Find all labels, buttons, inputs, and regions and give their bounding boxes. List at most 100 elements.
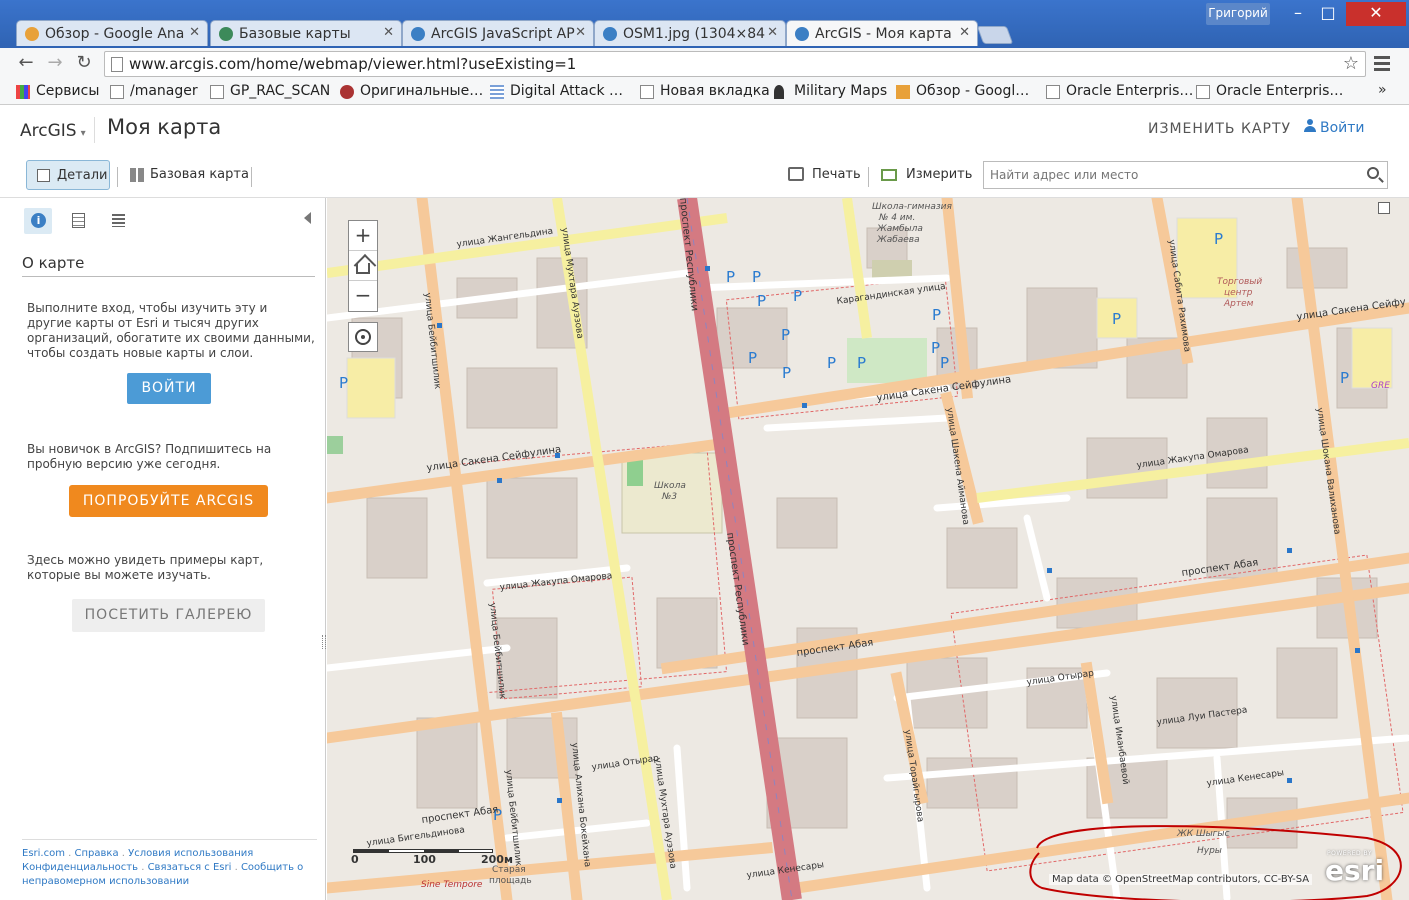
gallery-description: Здесь можно увидеть примеры карт, которы… xyxy=(27,553,264,582)
page-icon xyxy=(110,85,124,99)
sign-in-button[interactable]: ВОЙТИ xyxy=(127,373,211,404)
tab-basemaps[interactable]: Базовые карты ✕ xyxy=(210,20,402,46)
forward-button[interactable]: → xyxy=(43,52,67,76)
chevron-down-icon: ▾ xyxy=(80,128,86,139)
arcgis-menu[interactable]: ArcGIS ▾ xyxy=(20,121,86,141)
locate-button[interactable] xyxy=(348,322,378,352)
close-icon[interactable]: ✕ xyxy=(189,25,200,40)
tab-arcgis-my-map[interactable]: ArcGIS - Моя карта ✕ xyxy=(786,20,978,46)
profile-badge[interactable]: Григорий xyxy=(1206,3,1270,25)
expand-icon[interactable] xyxy=(1378,202,1390,214)
tab-osm-image[interactable]: OSM1.jpg (1304×84 ✕ xyxy=(594,20,786,46)
footer-link[interactable]: Условия использования xyxy=(128,848,253,859)
back-button[interactable]: ← xyxy=(14,52,38,76)
bookmark-item[interactable]: Оригинальные… xyxy=(340,83,483,99)
new-tab-button[interactable] xyxy=(976,26,1014,44)
bookmark-item[interactable]: Новая вкладка xyxy=(640,83,770,99)
parking-lot xyxy=(346,357,396,419)
ruler-icon xyxy=(881,169,897,181)
footer-link[interactable]: Конфиденциальность xyxy=(22,862,138,873)
section-title: О карте xyxy=(22,254,85,272)
search-input[interactable] xyxy=(990,166,1350,184)
address-search[interactable] xyxy=(983,161,1388,189)
details-button[interactable]: Детали xyxy=(26,160,110,190)
close-icon[interactable]: ✕ xyxy=(959,25,970,40)
svg-text:GRE: GRE xyxy=(1371,381,1390,391)
scale-label: 200м xyxy=(481,853,513,866)
print-button[interactable]: Печать xyxy=(788,167,861,182)
bookmark-item[interactable]: Обзор - Googl… xyxy=(896,83,1029,99)
home-icon xyxy=(356,263,370,274)
tab-title: ArcGIS - Моя карта xyxy=(815,26,952,42)
address-bar[interactable]: ☆ xyxy=(104,51,1366,77)
url-input[interactable] xyxy=(129,54,1319,74)
search-icon[interactable] xyxy=(1367,167,1379,179)
close-icon[interactable]: ✕ xyxy=(767,25,778,40)
analytics-icon xyxy=(896,85,910,99)
tab-about[interactable]: i xyxy=(24,208,52,234)
svg-text:P: P xyxy=(1112,310,1121,328)
printer-icon xyxy=(788,167,804,181)
close-icon[interactable]: ✕ xyxy=(383,25,394,40)
basemap-canvas: P PP PP PP PP PP PP PP PP улица Жангельд… xyxy=(327,198,1409,900)
bookmark-item[interactable]: Oracle Enterpris… xyxy=(1046,83,1193,99)
reload-button[interactable]: ↻ xyxy=(72,52,96,76)
zoom-out-button[interactable]: − xyxy=(349,281,377,311)
bookmark-star-icon[interactable]: ☆ xyxy=(1343,53,1359,74)
map-attribution: Map data © OpenStreetMap contributors, C… xyxy=(1049,874,1313,885)
svg-text:P: P xyxy=(857,354,866,372)
arcgis-app: ArcGIS ▾ Моя карта ИЗМЕНИТЬ КАРТУ Войти Д… xyxy=(0,105,1409,900)
browser-menu-icon[interactable] xyxy=(1374,56,1390,72)
map-toolbar: Детали Базовая карта Печать Измерить xyxy=(0,153,1409,198)
apps-icon xyxy=(16,85,30,99)
home-button[interactable] xyxy=(349,251,377,281)
svg-text:P: P xyxy=(782,364,791,382)
tab-arcgis-js-api[interactable]: ArcGIS JavaScript AP ✕ xyxy=(402,20,594,46)
bookmark-item[interactable]: /manager xyxy=(110,83,198,99)
svg-text:P: P xyxy=(793,287,802,305)
svg-text:P: P xyxy=(726,268,735,286)
sign-in-description: Выполните вход, чтобы изучить эту и друг… xyxy=(27,301,315,360)
tab-title: OSM1.jpg (1304×84 xyxy=(623,26,766,42)
sign-in-link[interactable]: Войти xyxy=(1304,119,1365,136)
tab-title: Обзор - Google Ana xyxy=(45,26,185,42)
browser-chrome: Обзор - Google Ana ✕ Базовые карты ✕ Arc… xyxy=(0,0,1409,105)
globe-icon xyxy=(603,27,617,41)
bookmark-item[interactable]: GP_RAC_SCAN xyxy=(210,83,330,99)
bookmarks-overflow-button[interactable]: » xyxy=(1378,82,1387,98)
svg-text:P: P xyxy=(931,339,940,357)
esri-logo[interactable]: POWERED BY esri xyxy=(1323,850,1387,887)
bookmark-item[interactable]: Сервисы xyxy=(16,83,99,99)
zoom-in-button[interactable]: + xyxy=(349,221,377,251)
edit-map-button[interactable]: ИЗМЕНИТЬ КАРТУ xyxy=(1148,121,1291,137)
footer-link[interactable]: Справка xyxy=(75,848,119,859)
svg-text:ЖК Шыгыс: ЖК Шыгыс xyxy=(1176,829,1230,839)
tab-content[interactable] xyxy=(64,208,92,234)
maximize-button[interactable]: □ xyxy=(1312,2,1344,26)
footer-link[interactable]: Esri.com xyxy=(22,848,65,859)
bookmark-item[interactable]: Digital Attack … xyxy=(490,83,623,99)
measure-button[interactable]: Измерить xyxy=(881,167,972,182)
close-window-button[interactable]: ✕ xyxy=(1346,2,1406,26)
try-arcgis-button[interactable]: ПОПРОБУЙТЕ ARCGIS xyxy=(69,485,268,517)
bookmark-item[interactable]: Oracle Enterpris… xyxy=(1196,83,1343,99)
divider xyxy=(117,167,118,187)
tab-legend[interactable] xyxy=(104,208,132,234)
bookmark-item[interactable]: Military Maps xyxy=(774,83,887,99)
collapse-panel-icon[interactable] xyxy=(304,212,311,224)
visit-gallery-button[interactable]: ПОСЕТИТЬ ГАЛЕРЕЮ xyxy=(72,599,265,632)
tab-google-analytics[interactable]: Обзор - Google Ana ✕ xyxy=(16,20,208,46)
map-view[interactable]: P PP PP PP PP PP PP PP PP улица Жангельд… xyxy=(327,198,1409,900)
footer-link[interactable]: Связаться с Esri xyxy=(148,862,232,873)
close-icon[interactable]: ✕ xyxy=(575,25,586,40)
crosshair-icon xyxy=(355,329,371,345)
svg-text:P: P xyxy=(827,354,836,372)
svg-text:Жабаева: Жабаева xyxy=(876,235,920,245)
panel-splitter[interactable] xyxy=(322,635,326,649)
scale-bar: 0 100 200м xyxy=(351,843,513,866)
panel-footer: Esri.com . Справка . Условия использован… xyxy=(22,848,304,887)
basemap-button[interactable]: Базовая карта xyxy=(130,167,249,182)
scale-label: 0 xyxy=(351,853,359,866)
minimize-button[interactable]: – xyxy=(1282,2,1314,26)
info-icon: i xyxy=(31,213,46,228)
